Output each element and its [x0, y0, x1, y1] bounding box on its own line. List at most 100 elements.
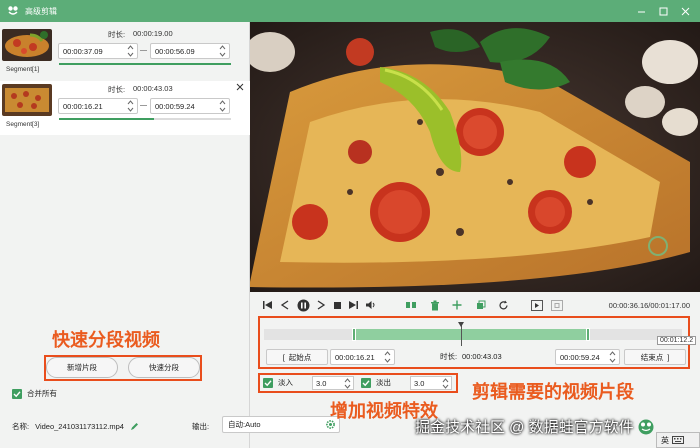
ime-indicator[interactable]: 英 — [656, 432, 700, 448]
fade-in-label: 淡入 — [278, 378, 293, 387]
number-spinner[interactable] — [344, 378, 351, 389]
delete-button[interactable] — [428, 298, 442, 312]
segment-start-time-field[interactable]: 00:00:37.09 — [58, 43, 138, 59]
time-spinner[interactable] — [384, 351, 391, 363]
video-preview[interactable] — [250, 22, 700, 292]
segment-item-3[interactable]: Segment[3] 时长: 00:00:43.03 00:00:16.21 0… — [0, 81, 250, 135]
window-title: 高级剪辑 — [25, 6, 57, 16]
set-start-button[interactable]: [ 起始点 — [266, 349, 328, 365]
segment-start-time: 00:00:37.09 — [63, 46, 103, 56]
clip-end-field[interactable]: 00:00:59.24 — [555, 349, 620, 365]
fade-out-option[interactable]: 淡出 — [361, 377, 391, 388]
edit-pencil-icon[interactable] — [130, 422, 139, 431]
step-forward-icon — [317, 300, 326, 310]
segment-progress-bar — [59, 118, 231, 120]
merge-all-option[interactable]: 合并所有 — [12, 388, 57, 399]
skip-to-start-button[interactable] — [260, 298, 274, 312]
step-back-button[interactable] — [278, 298, 292, 312]
minimize-button[interactable] — [632, 3, 650, 19]
segment-duration: 00:00:43.03 — [133, 84, 173, 93]
clip-start-value: 00:00:16.21 — [335, 352, 375, 362]
checkbox-checked-icon[interactable] — [12, 388, 22, 399]
copy-button[interactable] — [474, 298, 488, 312]
segment-name: Segment[3] — [6, 121, 40, 128]
reset-button[interactable] — [496, 298, 510, 312]
segment-end-time: 00:00:56.09 — [155, 46, 195, 56]
name-label: 名称: — [12, 422, 30, 431]
time-spinner[interactable] — [127, 100, 134, 112]
volume-icon — [366, 301, 375, 309]
time-spinner[interactable] — [609, 351, 616, 363]
segment-start-time-field[interactable]: 00:00:16.21 — [58, 98, 138, 114]
split-button[interactable] — [404, 298, 418, 312]
volume-button[interactable] — [364, 298, 378, 312]
mark-in-icon — [531, 299, 543, 311]
playhead-marker-icon — [458, 322, 464, 327]
chevron-down-icon — [219, 52, 226, 57]
step-back-icon — [280, 300, 289, 310]
chevron-up-icon — [127, 45, 134, 50]
pause-button[interactable] — [296, 298, 310, 312]
set-end-label: 结束点 — [640, 352, 664, 362]
frog-logo-icon — [8, 6, 18, 15]
mark-out-button[interactable] — [550, 298, 564, 312]
maximize-button[interactable] — [654, 3, 672, 19]
time-spinner[interactable] — [127, 45, 134, 57]
segment-end-time-field[interactable]: 00:00:59.24 — [150, 98, 230, 114]
time-spinner[interactable] — [219, 100, 226, 112]
pause-icon — [297, 299, 309, 311]
skip-start-icon — [262, 301, 272, 309]
timeline-start-handle[interactable] — [352, 328, 356, 341]
annotation-quick-split: 快速分段视频 — [52, 330, 160, 350]
segment-duration-label: 时长: — [108, 30, 126, 39]
add-button[interactable] — [450, 298, 464, 312]
set-start-label: 起始点 — [288, 352, 312, 362]
segment-name: Segment[1] — [6, 66, 40, 73]
mark-in-button[interactable] — [530, 298, 544, 312]
stop-button[interactable] — [330, 298, 344, 312]
refresh-icon — [498, 300, 508, 309]
new-segment-button[interactable]: 新增片段 — [46, 357, 118, 378]
segment-item-1[interactable]: Segment[1] 时长: 00:00:19.00 00:00:37.09 0… — [0, 26, 250, 80]
checkbox-checked-icon[interactable] — [361, 377, 371, 388]
chevron-down-icon — [344, 384, 351, 389]
stop-icon — [333, 301, 341, 309]
chevron-down-icon — [609, 358, 616, 363]
file-name-row: 名称: Video_241031173112.mp4 — [12, 421, 139, 432]
segment-duration-label: 时长: — [108, 85, 126, 94]
chevron-up-icon — [344, 378, 351, 383]
timeline-selection[interactable] — [354, 329, 590, 340]
maximize-icon — [659, 7, 667, 15]
close-icon[interactable] — [236, 83, 244, 91]
clip-start-field[interactable]: 00:00:16.21 — [330, 349, 395, 365]
clip-end-value: 00:00:59.24 — [560, 352, 600, 362]
chevron-down-icon — [219, 107, 226, 112]
file-name: Video_241031173112.mp4 — [35, 422, 124, 431]
quick-split-button[interactable]: 快速分段 — [128, 357, 200, 378]
step-forward-button[interactable] — [314, 298, 328, 312]
segment-thumbnail — [2, 29, 52, 61]
keyboard-icon — [672, 436, 684, 444]
fade-in-duration-field[interactable]: 3.0 — [312, 376, 354, 390]
time-spinner[interactable] — [219, 45, 226, 57]
chevron-up-icon — [219, 100, 226, 105]
timeline-hover-time: 00:01:12.2 — [657, 336, 697, 345]
close-button[interactable] — [676, 3, 694, 19]
timeline-end-handle[interactable] — [586, 328, 590, 341]
ime-label: 英 — [661, 435, 669, 445]
number-spinner[interactable] — [442, 378, 449, 389]
fade-in-option[interactable]: 淡入 — [263, 377, 293, 388]
segment-end-time-field[interactable]: 00:00:56.09 — [150, 43, 230, 59]
clip-duration-label: 时长: — [440, 352, 458, 361]
set-end-button[interactable]: 结束点 ] — [624, 349, 686, 365]
fade-out-duration-field[interactable]: 3.0 — [410, 376, 452, 390]
watermark-text: 掘金技术社区 @ 数据蛙官方软件 — [415, 419, 634, 436]
output-format-select[interactable]: 自动:Auto — [222, 416, 340, 433]
skip-to-end-button[interactable] — [346, 298, 360, 312]
checkbox-checked-icon[interactable] — [263, 377, 273, 388]
range-separator — [140, 50, 147, 51]
playback-time: 00:00:36.16/00:01:17.00 — [608, 301, 690, 310]
frog-logo-icon — [638, 419, 654, 434]
fade-out-value: 3.0 — [414, 378, 425, 388]
segment-start-time: 00:00:16.21 — [63, 101, 103, 111]
